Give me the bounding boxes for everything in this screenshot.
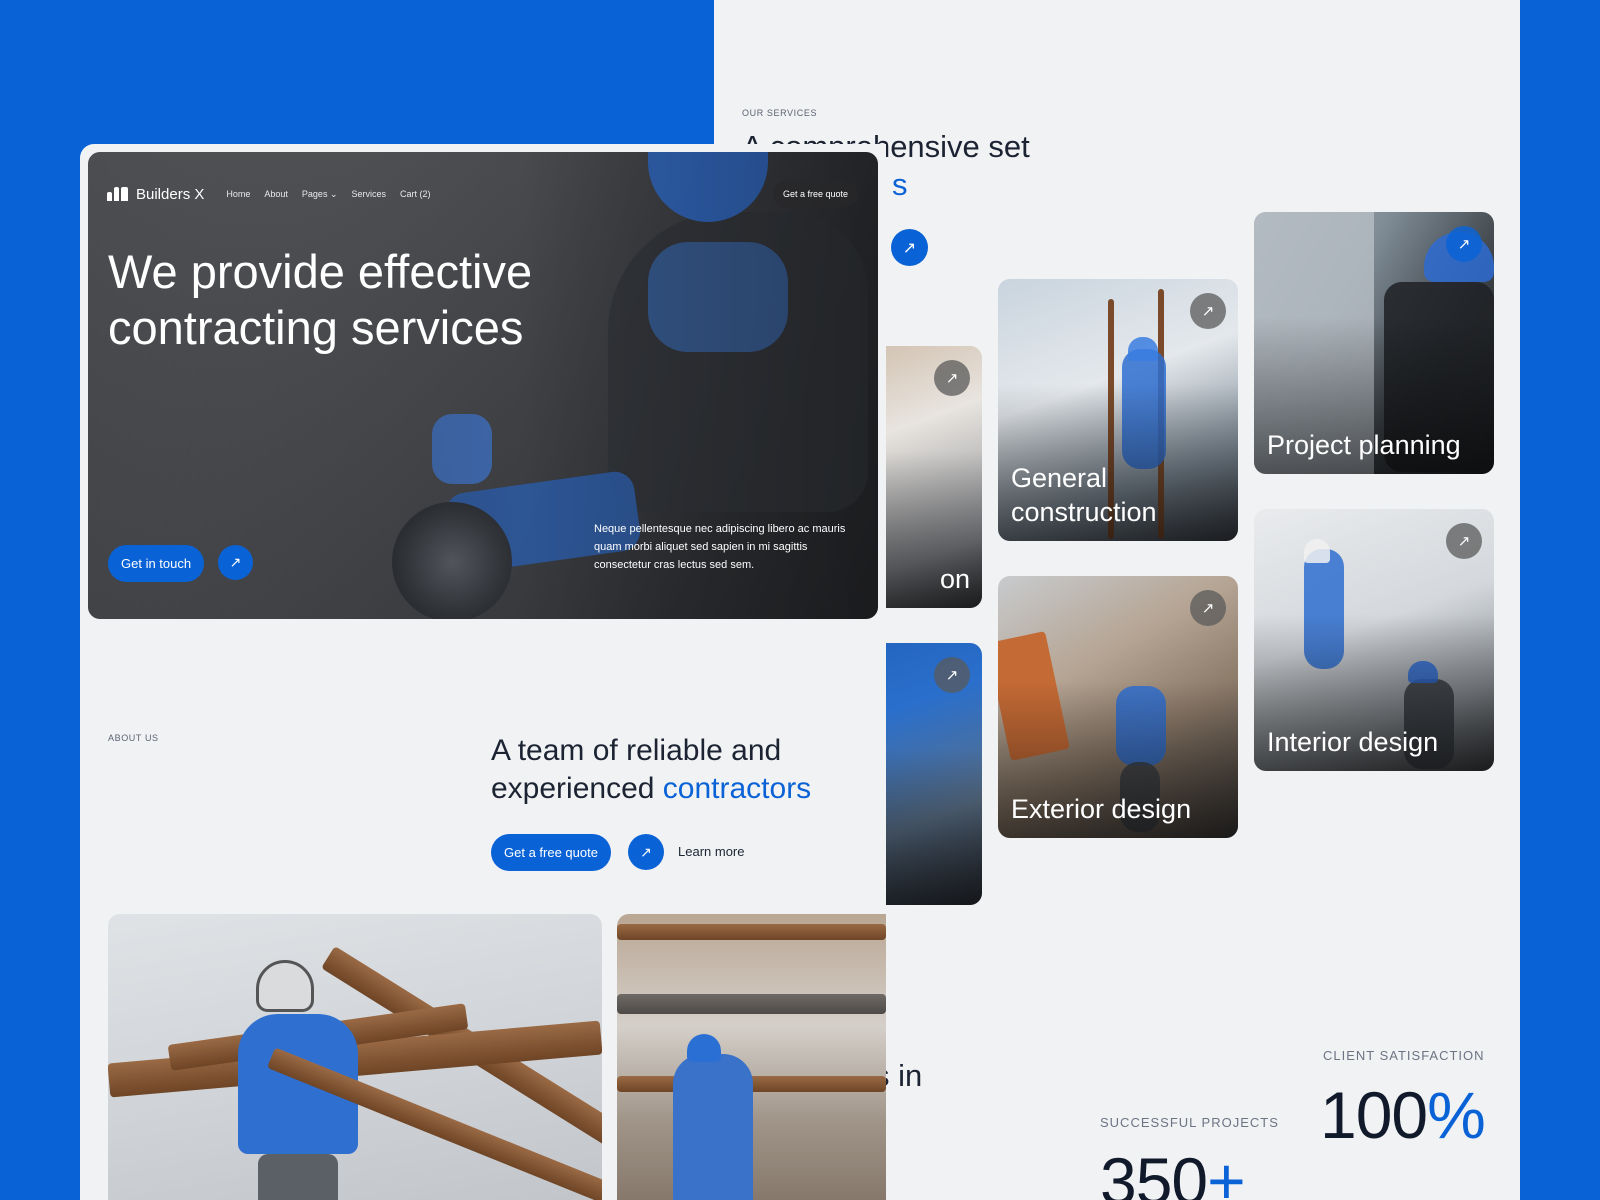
top-navigation: Builders X Home About Pages ⌄ Services C… [107,180,858,208]
card-title: Exterior design [1011,794,1192,824]
service-card-general-construction[interactable]: ↗ General construction [998,279,1238,541]
about-photo-small [617,914,886,1200]
service-card-project-planning[interactable]: ↗ Project planning [1254,212,1494,474]
nav-pages-dropdown[interactable]: Pages ⌄ [302,189,338,200]
arrow-up-right-icon: ↗ [1201,303,1215,320]
card-title: Interior design [1267,727,1439,757]
arrow-up-right-icon: ↗ [902,239,917,257]
services-eyebrow: OUR SERVICES [742,108,818,118]
arrow-up-right-icon: ↗ [229,554,242,570]
card-arrow-button[interactable]: ↗ [1446,523,1482,559]
service-card-exterior-design[interactable]: ↗ Exterior design [998,576,1238,838]
nav-quote-button[interactable]: Get a free quote [772,181,858,207]
get-quote-button[interactable]: Get a free quote [491,834,611,871]
stat-label-projects: SUCCESSFUL PROJECTS [1100,1115,1279,1130]
card-title: General construction [1011,463,1157,527]
card-title: Project planning [1267,430,1461,460]
about-photo-large [108,914,602,1200]
nav-services[interactable]: Services [351,189,386,200]
nav-cart[interactable]: Cart (2) [400,189,431,200]
nav-home[interactable]: Home [226,189,250,200]
card-arrow-button[interactable]: ↗ [1190,590,1226,626]
hero-arrow-button[interactable]: ↗ [218,545,253,580]
hero-description: Neque pellentesque nec adipiscing libero… [594,523,846,571]
about-arrow-button[interactable]: ↗ [628,834,664,870]
arrow-up-right-icon: ↗ [945,667,959,684]
services-arrow-button[interactable]: ↗ [891,229,928,266]
about-eyebrow: ABOUT US [108,733,159,743]
stat-value-projects: 350+ [1100,1144,1246,1200]
arrow-up-right-icon: ↗ [1201,600,1215,617]
arrow-up-right-icon: ↗ [1457,236,1471,253]
arrow-up-right-icon: ↗ [640,843,652,860]
nav-about[interactable]: About [264,189,288,200]
home-page: Builders X Home About Pages ⌄ Services C… [80,144,886,1200]
nav-links: Home About Pages ⌄ Services Cart (2) [226,189,430,200]
card-arrow-button[interactable]: ↗ [1190,293,1226,329]
logo[interactable]: Builders X [107,186,204,203]
card-arrow-button[interactable]: ↗ [934,360,970,396]
card-arrow-button[interactable]: ↗ [934,657,970,693]
arrow-up-right-icon: ↗ [1457,533,1471,550]
hero-title: We provide effective contracting service… [108,245,533,354]
card-arrow-button[interactable]: ↗ [1446,226,1482,262]
stat-label-satisfaction: CLIENT SATISFACTION [1323,1048,1485,1063]
logo-icon [107,187,128,201]
about-title: A team of reliable and experienced contr… [491,734,812,805]
get-in-touch-button[interactable]: Get in touch [108,545,205,582]
service-card-interior-design[interactable]: ↗ Interior design [1254,509,1494,771]
arrow-up-right-icon: ↗ [945,370,959,387]
stat-value-satisfaction: 100% [1320,1078,1486,1152]
hero-section: Builders X Home About Pages ⌄ Services C… [88,152,878,619]
learn-more-link[interactable]: Learn more [678,844,744,859]
brand-name: Builders X [136,185,205,203]
